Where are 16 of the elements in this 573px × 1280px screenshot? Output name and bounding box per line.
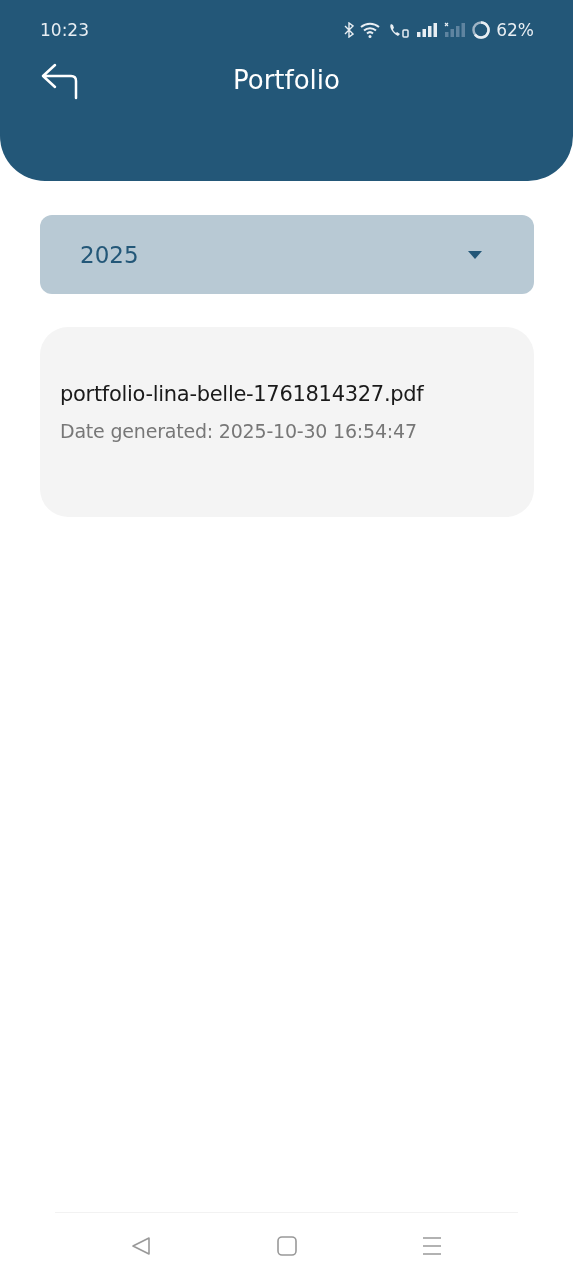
date-generated: Date generated: 2025-10-30 16:54:47: [60, 420, 418, 442]
signal-icon: [416, 22, 439, 38]
file-card[interactable]: portfolio-lina-belle-1761814327.pdf Date generated: 2025-10-30 16:54:47: [40, 327, 534, 517]
bluetooth-icon: [344, 22, 355, 38]
caret-icon: [467, 250, 483, 259]
battery-icon: [472, 21, 491, 39]
signal-icon: [444, 22, 467, 38]
home-nav-button[interactable]: [275, 1235, 298, 1257]
wifi-call-icon: [388, 22, 411, 38]
status-time: 10:23: [40, 20, 89, 40]
menu-nav-button[interactable]: [421, 1235, 443, 1257]
back-nav-button[interactable]: [130, 1235, 152, 1257]
file-name: portfolio-lina-belle-1761814327.pdf: [60, 382, 425, 406]
battery-percent: 62%: [496, 20, 534, 40]
screen-title: Portfolio: [233, 65, 340, 95]
year-dropdown[interactable]: 2025: [40, 215, 534, 294]
